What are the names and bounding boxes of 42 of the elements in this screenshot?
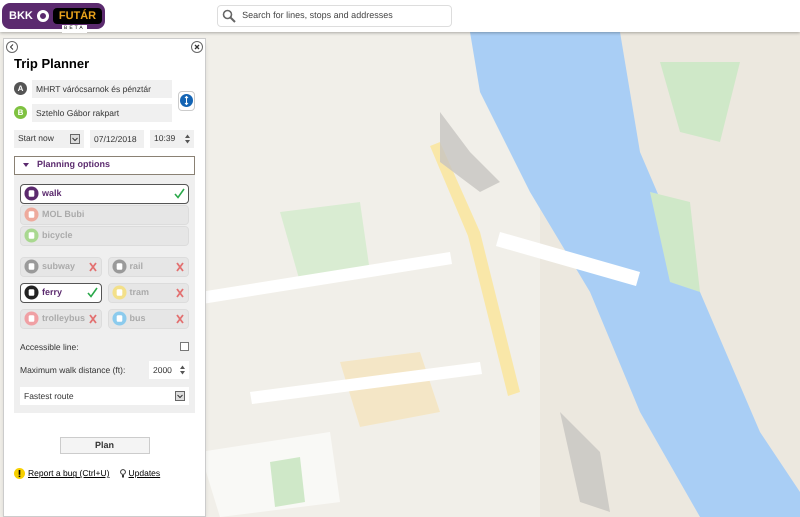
check-icon [174,188,185,199]
cross-icon [88,314,98,324]
date-field[interactable]: 07/12/2018 [90,130,144,148]
planning-options-header[interactable]: Planning options [14,156,195,174]
accessible-label: Accessible line: [20,340,79,354]
route-type-select[interactable]: Fastest route [20,387,189,406]
check-icon [86,287,98,298]
plan-button[interactable]: Plan [60,437,150,454]
dropdown-icon [70,134,80,144]
accessible-checkbox[interactable] [180,342,189,352]
time-mode-select[interactable]: Start now [14,130,84,148]
bulb-icon [120,469,126,478]
caret-icon [23,162,29,168]
close-button[interactable] [191,41,203,53]
spinner-icon [180,365,185,376]
chevron-left-icon [9,44,15,50]
dropdown-icon [175,391,185,402]
swap-icon [180,94,193,107]
mode-toggle[interactable]: ferry [20,282,102,302]
cross-icon [175,314,185,324]
location-marker: B [14,106,27,119]
search-box[interactable]: Search for lines, stops and addresses [217,5,452,27]
cross-icon [175,288,185,298]
close-icon [194,44,200,50]
location-field[interactable]: Sztehlo Gábor rakpart [32,104,172,122]
walk-distance-field[interactable]: 2000 [149,361,189,380]
spinner-icon [185,134,190,144]
swap-button[interactable] [178,90,195,110]
cross-icon [175,262,185,272]
search-input[interactable]: Search for lines, stops and addresses [242,9,448,23]
location-field[interactable]: MHRT várócsarnok és pénztár [32,80,172,98]
search-icon [222,9,236,23]
time-field[interactable]: 10:39 [150,130,194,148]
walk-distance-label: Maximum walk distance (ft): [20,364,126,377]
footer-link[interactable]: Updates [128,467,160,480]
warning-icon [14,468,25,480]
cross-icon [88,262,98,272]
footer-link[interactable]: Report a bug (Ctrl+U) [28,467,110,480]
panel-title: Trip Planner [14,55,90,73]
mode-toggle[interactable]: walk [20,184,189,204]
back-button[interactable] [6,41,18,53]
location-marker: A [14,82,27,95]
